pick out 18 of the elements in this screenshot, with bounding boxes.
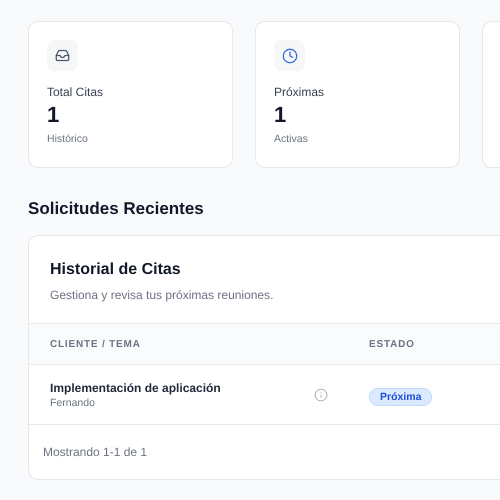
client-text: Fernando: [50, 396, 96, 410]
card-title: Historial de Citas: [50, 260, 182, 280]
inbox-icon: [55, 48, 70, 63]
column-header: ESTADO: [369, 338, 415, 352]
stat-value: 1: [274, 102, 288, 128]
status-badge: Próxima: [369, 388, 432, 406]
clock-icon: [282, 48, 298, 64]
info-icon[interactable]: [314, 388, 328, 402]
topic-text: Implementación de aplicación: [50, 380, 222, 396]
stat-caption: Activas: [274, 132, 309, 146]
column-header: CLIENTE / TEMA: [49, 338, 142, 352]
stat-value: 1: [47, 102, 60, 128]
section-title: Solicitudes Recientes: [28, 198, 205, 220]
footer-text: Mostrando 1-1 de 1: [42, 444, 148, 460]
card-subtitle: Gestiona y revisa tus próximas reuniones.: [50, 287, 274, 303]
stat-label: Próximas: [274, 84, 326, 100]
stat-label: Total Citas: [47, 84, 104, 100]
stat-caption: Histórico: [47, 132, 89, 146]
